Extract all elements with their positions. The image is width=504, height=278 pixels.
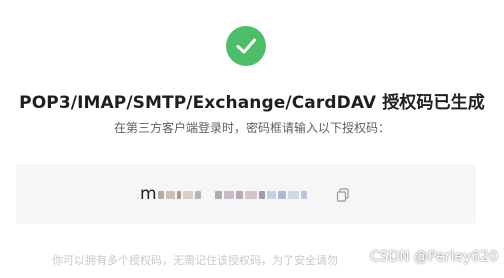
copy-icon[interactable] xyxy=(336,187,350,202)
auth-code-text: m xyxy=(140,184,158,204)
auth-code-generated-page: POP3/IMAP/SMTP/Exchange/CardDAV 授权码已生成 在… xyxy=(0,0,504,278)
check-circle-icon xyxy=(226,26,266,66)
watermark: CSDN @Perley620 xyxy=(369,249,498,265)
page-subtitle: 在第三方客户端登录时，密码框请输入以下授权码： xyxy=(113,121,390,135)
footer-note: 你可以拥有多个授权码，无需记住该授权码，为了安全请勿 xyxy=(52,254,338,267)
page-title: POP3/IMAP/SMTP/Exchange/CardDAV 授权码已生成 xyxy=(19,93,485,113)
auth-code-box: m xyxy=(16,164,476,224)
auth-code-obscured xyxy=(158,184,320,206)
